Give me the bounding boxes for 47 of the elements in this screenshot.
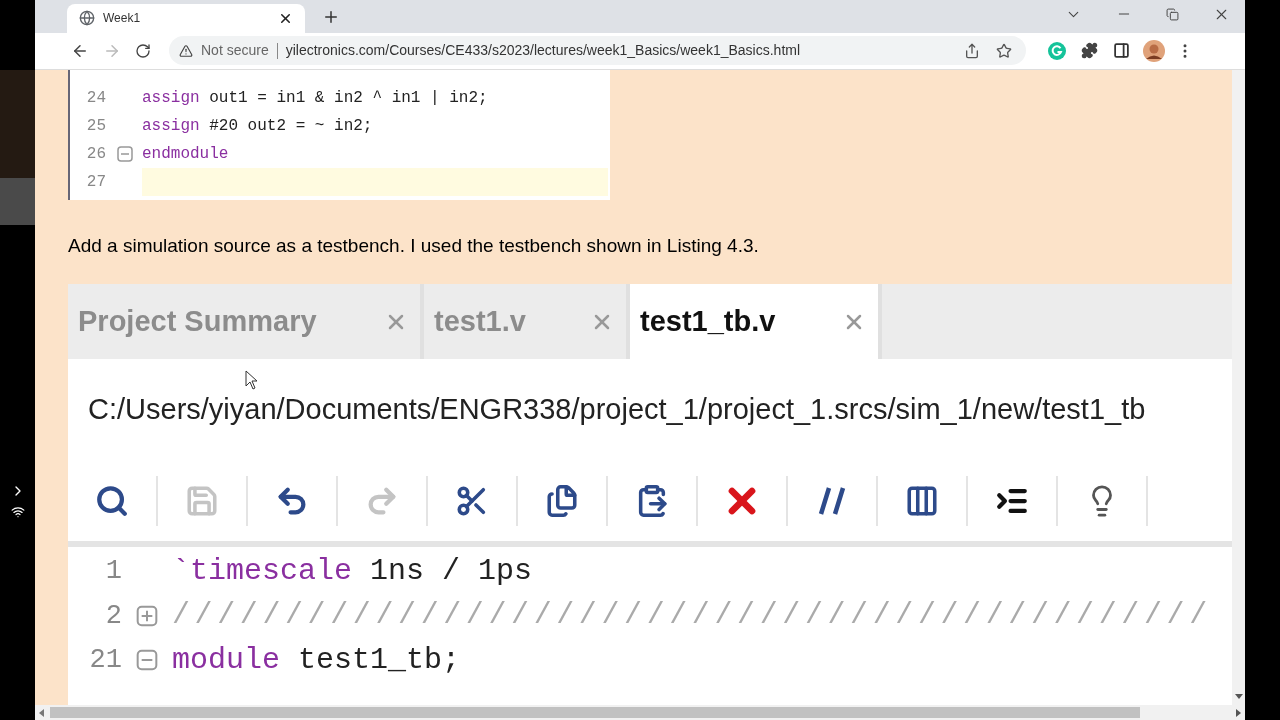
restore-icon[interactable] <box>1166 7 1179 21</box>
scroll-left-icon[interactable] <box>39 708 44 717</box>
vertical-scrollbar[interactable] <box>1232 69 1245 706</box>
paragraph: Add a simulation source as a testbench. I used the testbench shown in Listing 4.3. <box>68 233 760 258</box>
line-number: 1 <box>104 555 122 589</box>
columns-icon[interactable] <box>905 484 939 519</box>
scroll-down-icon[interactable] <box>1234 694 1243 700</box>
line-number: 25 <box>85 115 106 137</box>
globe-icon <box>79 10 95 27</box>
code-line: ////////////////////////////////////////////// <box>172 597 1212 635</box>
address-bar[interactable]: Not secure yilectronics.com/Courses/CE433/s2023/lectures/week1_Basics/week1_Basics.html <box>169 36 1026 66</box>
scrollbar-thumb[interactable] <box>50 707 1140 719</box>
expand-icon[interactable] <box>135 603 159 628</box>
browser-tab[interactable]: Week1 <box>67 3 305 33</box>
tab-label: test1.v <box>434 303 527 339</box>
side-panel-icon[interactable] <box>1113 42 1130 60</box>
tab-title: Week1 <box>103 10 142 28</box>
file-path: C:/Users/yiyan/Documents/ENGR338/project_1/project_1.srcs/sim_1/new/test1_tb <box>88 392 1146 428</box>
tab-label: test1_tb.v <box>640 303 777 339</box>
code-line: assign #20 out2 = ~ in2; <box>142 115 374 137</box>
line-number: 26 <box>85 143 106 165</box>
mouse-cursor-icon <box>245 369 259 390</box>
code-line: endmodule <box>142 143 230 165</box>
line-number: 21 <box>88 644 122 678</box>
horizontal-scrollbar[interactable] <box>35 705 1245 720</box>
bookmark-star-icon[interactable] <box>996 42 1012 59</box>
warning-icon <box>179 43 193 58</box>
code-line: module test1_tb; <box>172 641 461 679</box>
reload-icon[interactable] <box>135 42 151 59</box>
share-icon[interactable] <box>964 42 980 59</box>
puzzle-icon[interactable] <box>1081 42 1098 60</box>
collapse-icon[interactable] <box>115 144 134 163</box>
avatar-icon[interactable] <box>1143 39 1165 62</box>
editor-tab[interactable]: test1_tb.v <box>630 284 882 360</box>
url-text: yilectronics.com/Courses/CE433/s2023/lectures/week1_Basics/week1_Basics.html <box>285 41 801 61</box>
copy-icon[interactable] <box>545 484 579 519</box>
line-number: 24 <box>85 87 106 109</box>
tab-label: Project Summary <box>78 303 318 339</box>
scroll-right-icon[interactable] <box>1236 708 1241 717</box>
line-number: 2 <box>104 599 122 633</box>
search-icon[interactable] <box>95 484 129 519</box>
line-number: 27 <box>85 171 106 193</box>
wifi-icon[interactable] <box>10 505 25 519</box>
code-line: `timescale 1ns / 1ps <box>172 552 533 590</box>
collapse-icon[interactable] <box>135 648 159 673</box>
code-line: assign out1 = in1 & in2 ^ in1 | in2; <box>142 87 489 109</box>
security-label: Not secure <box>201 41 269 61</box>
